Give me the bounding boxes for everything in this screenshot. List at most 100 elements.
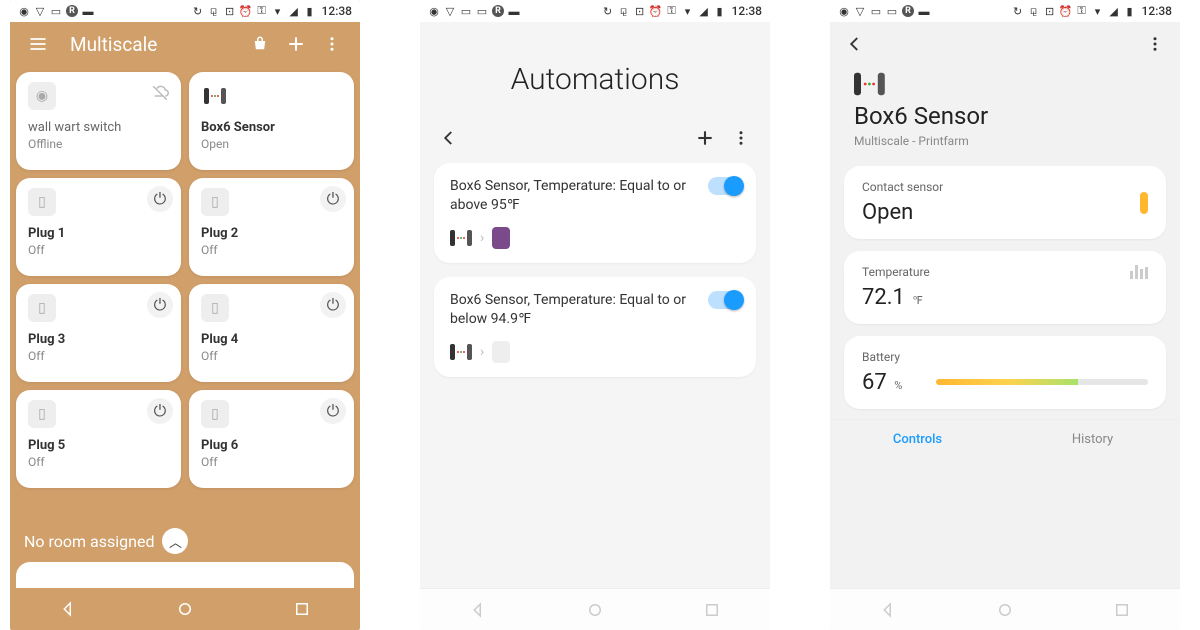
page-title: Automations: [420, 22, 770, 127]
plug-icon: ▯: [201, 400, 229, 428]
device-name: wall wart switch: [28, 120, 169, 135]
device-tile[interactable]: Box6 Sensor Open: [189, 72, 354, 170]
card-icon: ▬: [82, 5, 94, 17]
back-icon[interactable]: [844, 33, 866, 55]
device-tile[interactable]: ⏻ ▯ Plug 1 Off: [16, 178, 181, 276]
device-tile[interactable]: ⏻ ▯ Plug 6 Off: [189, 390, 354, 488]
home-icon[interactable]: [996, 601, 1014, 619]
outlet-icon: ◉: [28, 82, 56, 110]
device-status: Off: [201, 455, 342, 469]
shield-icon: ▽: [444, 5, 456, 17]
power-icon[interactable]: ⏻: [147, 398, 173, 424]
power-icon[interactable]: ⏻: [147, 292, 173, 318]
device-status: Open: [201, 137, 342, 151]
automation-title: Box6 Sensor, Temperature: Equal to or ab…: [450, 177, 740, 215]
device-tile[interactable]: ◉ wall wart switch Offline: [16, 72, 181, 170]
power-icon[interactable]: ⏻: [320, 186, 346, 212]
device-tile[interactable]: ⏻ ▯ Plug 3 Off: [16, 284, 181, 382]
automation-flow-icons: ›: [450, 227, 740, 249]
home-icon[interactable]: [176, 600, 194, 618]
device-name: Plug 6: [201, 438, 342, 453]
sensor-icon: [450, 344, 472, 360]
page-title: Multiscale: [70, 33, 242, 56]
tab-history[interactable]: History: [1005, 420, 1180, 459]
battery-card[interactable]: Battery 67 %: [844, 336, 1166, 409]
power-icon[interactable]: ⏻: [320, 398, 346, 424]
bluetooth-icon: ⚼: [618, 5, 630, 17]
back-icon[interactable]: [59, 600, 77, 618]
status-pill-icon: [1140, 192, 1148, 214]
sync-icon: ↻: [602, 5, 614, 17]
arrow-icon: ›: [480, 230, 484, 246]
device-tile[interactable]: ⏻ ▯ Plug 4 Off: [189, 284, 354, 382]
signal-icon: ◢: [698, 5, 710, 17]
contact-card[interactable]: Contact sensor Open: [844, 166, 1166, 239]
automation-card[interactable]: Box6 Sensor, Temperature: Equal to or ab…: [434, 163, 756, 263]
more-icon[interactable]: [730, 127, 752, 149]
signal-icon: ◢: [1108, 5, 1120, 17]
automation-list: Box6 Sensor, Temperature: Equal to or ab…: [420, 163, 770, 377]
notif-icon: ◉: [428, 5, 440, 17]
automation-flow-icons: ›: [450, 341, 740, 363]
vpn-icon: ⚿: [256, 5, 268, 17]
device-name: Plug 1: [28, 226, 169, 241]
status-bar: ◉ ▽ ▭ ▭ R ▬ ↻ ⚼ ⊡ ⏰ ⚿ ▾ ◢ ▮ 12:38: [830, 0, 1180, 22]
tab-controls[interactable]: Controls: [830, 420, 1005, 459]
no-room-section[interactable]: No room assigned ︿: [10, 514, 360, 562]
device-status: Off: [28, 243, 169, 257]
device-cards: Contact sensor Open Temperature 72.1 ℉ B…: [830, 166, 1180, 409]
device-name: Plug 5: [28, 438, 169, 453]
device-status: Offline: [28, 137, 169, 151]
no-room-label: No room assigned: [24, 532, 154, 551]
recent-icon[interactable]: [1113, 601, 1131, 619]
device-tile[interactable]: ⏻ ▯ Plug 2 Off: [189, 178, 354, 276]
power-icon[interactable]: ⏻: [320, 292, 346, 318]
clock: 12:38: [1142, 4, 1172, 18]
home-icon[interactable]: [586, 601, 604, 619]
more-icon[interactable]: [1144, 33, 1166, 55]
toggle-switch[interactable]: [708, 177, 742, 195]
plug-icon: ▯: [201, 188, 229, 216]
alarm-icon: ⏰: [240, 5, 252, 17]
alarm-icon: ⏰: [650, 5, 662, 17]
device-status: Off: [28, 349, 169, 363]
add-icon[interactable]: [694, 127, 716, 149]
chevron-up-icon[interactable]: ︿: [162, 528, 188, 554]
device-name: Box6 Sensor: [201, 120, 342, 135]
app-icon: ▭: [886, 5, 898, 17]
device-status: Off: [28, 455, 169, 469]
app-bar: [830, 22, 1180, 66]
toggle-switch[interactable]: [708, 291, 742, 309]
device-location: Multiscale - Printfarm: [854, 134, 1156, 148]
back-icon[interactable]: [879, 601, 897, 619]
notif-icon: ◉: [18, 5, 30, 17]
temperature-card[interactable]: Temperature 72.1 ℉: [844, 251, 1166, 324]
add-icon[interactable]: [286, 34, 306, 54]
recent-icon[interactable]: [293, 600, 311, 618]
android-navbar: [830, 588, 1180, 630]
basket-icon[interactable]: [250, 34, 270, 54]
menu-icon[interactable]: [28, 34, 48, 54]
shield-icon: ▽: [854, 5, 866, 17]
wifi-icon: ▾: [272, 5, 284, 17]
chart-icon: [1130, 265, 1148, 279]
back-icon[interactable]: [438, 127, 460, 149]
device-tile[interactable]: ⏻ ▯ Plug 5 Off: [16, 390, 181, 488]
sync-icon: ↻: [1012, 5, 1024, 17]
card-icon: ▬: [918, 5, 930, 17]
card-label: Contact sensor: [862, 180, 1148, 194]
plug-icon: ▯: [28, 294, 56, 322]
clock: 12:38: [732, 4, 762, 18]
power-icon[interactable]: ⏻: [147, 186, 173, 212]
sensor-icon: [854, 73, 1180, 95]
wifi-icon: ▾: [682, 5, 694, 17]
arrow-icon: ›: [480, 344, 484, 360]
more-icon[interactable]: [322, 34, 342, 54]
recent-icon[interactable]: [703, 601, 721, 619]
device-name: Box6 Sensor: [854, 102, 1156, 130]
plug-icon: ▯: [201, 294, 229, 322]
alarm-icon: ⏰: [1060, 5, 1072, 17]
back-icon[interactable]: [469, 601, 487, 619]
notif-icon: ◉: [838, 5, 850, 17]
automation-card[interactable]: Box6 Sensor, Temperature: Equal to or be…: [434, 277, 756, 377]
